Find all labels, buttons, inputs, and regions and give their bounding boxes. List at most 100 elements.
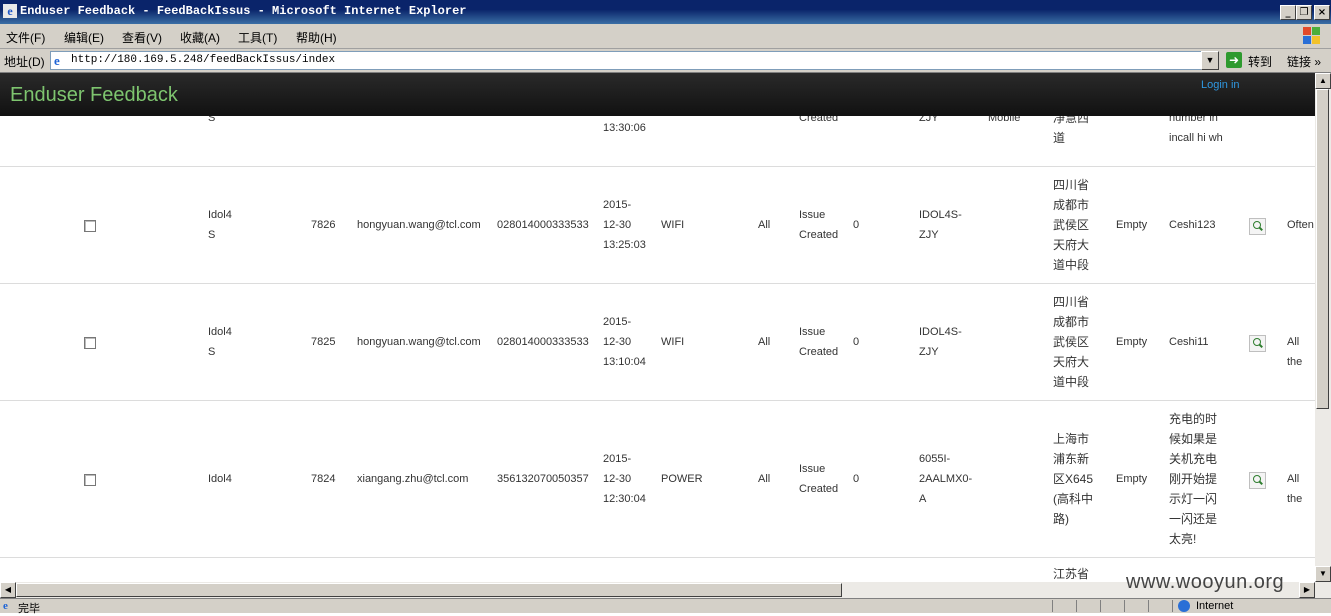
cell-model: Idol4 S [208,209,232,241]
go-arrow-icon[interactable]: ➜ [1226,52,1242,68]
cell-status: Issue Created [799,463,839,495]
cell-scope: All [758,473,771,485]
cell-id: 7825 [311,336,336,348]
site-brand[interactable]: Enduser Feedback [10,84,178,107]
cell-frequency: Often [1287,219,1314,231]
cell-email: xiangang.zhu@tcl.com [357,473,469,485]
menu-bar: 文件(F) 编辑(E) 查看(V) 收藏(A) 工具(T) 帮助(H) [0,24,1331,49]
cell-empty: Empty [1116,473,1148,485]
view-detail-search-icon[interactable] [1249,218,1266,235]
cell-category: POWER [661,473,703,485]
cell-scope: All [758,336,771,348]
cell-count: 0 [853,219,860,231]
cell-email: hongyuan.wang@tcl.com [357,336,481,348]
cell-imei: 356132070050357 [497,473,589,485]
menu-favorites[interactable]: 收藏(A) [180,29,220,46]
row-checkbox[interactable] [84,220,96,232]
windows-logo-icon [1303,27,1321,45]
cell-category: WIFI [661,219,685,231]
scroll-up-icon[interactable]: ▲ [1315,73,1331,89]
cell-count: 0 [853,473,860,485]
scroll-down-icon[interactable]: ▼ [1315,566,1331,582]
cell-version: 6055I- 2AALMX0- A [919,453,973,505]
cell-id: 7826 [311,219,336,231]
cell-model: Idol4 S [208,326,232,358]
cell-status: Issue Created [799,326,839,358]
menu-file[interactable]: 文件(F) [6,29,45,46]
scroll-right-icon[interactable]: ▶ [1299,582,1315,598]
page-icon: e [54,53,60,68]
cell-time: 13:30:06 [603,122,646,134]
window-title: Enduser Feedback - FeedBackIssus - Micro… [20,4,467,18]
cell-description: number in incall hi wh [1169,116,1223,144]
vertical-scroll-thumb[interactable] [1316,89,1329,409]
address-dropdown-button[interactable]: ▼ [1201,51,1219,70]
internet-globe-icon [1178,600,1190,612]
cell-location: 净慧西道 [1053,116,1090,145]
cell-location: 四川省 成都市 武侯区 天府大 道中段 [1053,178,1090,272]
table-row: Idol4 S 7826 hongyuan.wang@tcl.com 028014… [0,167,1315,283]
cell-version: ZJY [919,116,939,124]
horizontal-scroll-thumb[interactable] [16,583,842,597]
menu-edit[interactable]: 编辑(E) [64,29,104,46]
cell-location: 江苏省 [1053,567,1090,581]
window-title-bar[interactable]: e Enduser Feedback - FeedBackIssus - Mic… [0,0,1331,24]
minimize-button[interactable]: _ [1280,5,1296,20]
cell-time: 2015- 12-30 12:30:04 [603,453,646,505]
status-text: 完毕 [18,603,40,615]
cell-time: 2015- 12-30 13:25:03 [603,199,646,251]
table-row: Idol4 S 7825 hongyuan.wang@tcl.com 028014… [0,284,1315,400]
site-navbar: Enduser Feedback Login in [0,73,1315,116]
watermark: www.wooyun.org [1126,571,1285,593]
cell-imei: 028014000333533 [497,336,589,348]
row-checkbox[interactable] [84,337,96,349]
cell-version: IDOL4S- ZJY [919,209,962,241]
cell-description: Ceshi11 [1169,336,1209,348]
cell-location: 四川省 成都市 武侯区 天府大 道中段 [1053,295,1090,389]
links-button[interactable]: 链接 » [1287,53,1321,70]
status-divider [1052,600,1053,612]
page-done-icon: e [3,600,8,612]
status-divider [1148,600,1149,612]
address-url[interactable]: http://180.169.5.248/feedBackIssus/index [71,54,335,66]
cell-empty: Empty [1116,336,1148,348]
view-detail-search-icon[interactable] [1249,472,1266,489]
cell-status: Created [799,116,839,124]
restore-button[interactable]: ❐ [1296,5,1312,20]
address-label: 地址(D) [4,55,45,69]
cell-email: hongyuan.wang@tcl.com [357,219,481,231]
cell-model: Idol4 [208,473,232,485]
cell-count: 0 [853,336,860,348]
view-detail-search-icon[interactable] [1249,335,1266,352]
cell-location: 上海市 浦东新 区X645 (高科中 路) [1053,432,1094,526]
links-label: 链接 [1287,55,1312,69]
status-divider [1076,600,1077,612]
security-zone: Internet [1196,600,1234,612]
cell-version: IDOL4S- ZJY [919,326,962,358]
menu-help[interactable]: 帮助(H) [296,29,337,46]
status-bar: e 完毕 Internet [0,598,1331,615]
cell-model: S [208,116,216,124]
cell-description: 充电的时 候如果是 关机充电 刚开始提 示灯一闪 一闪还是 太亮! [1169,412,1218,546]
cell-type: Mobile [988,116,1021,124]
status-divider [1172,600,1173,612]
cell-frequency: All the [1287,473,1303,505]
go-button[interactable]: 转到 [1248,53,1272,70]
close-button[interactable]: × [1314,5,1330,20]
cell-time: 2015- 12-30 13:10:04 [603,316,646,368]
table-row: Idol4 7824 xiangang.zhu@tcl.com 35613207… [0,401,1315,557]
vertical-scrollbar[interactable]: ▲ ▼ [1315,73,1331,582]
cell-imei: 028014000333533 [497,219,589,231]
login-link[interactable]: Login in [1201,79,1240,91]
cell-empty: Empty [1116,219,1148,231]
scroll-left-icon[interactable]: ◀ [0,582,16,598]
row-divider [0,557,1315,558]
cell-id: 7824 [311,473,336,485]
address-input[interactable]: e http://180.169.5.248/feedBackIssus/ind… [50,51,1202,70]
cell-status: Issue Created [799,209,839,241]
row-checkbox[interactable] [84,474,96,486]
menu-tools[interactable]: 工具(T) [238,29,277,46]
menu-view[interactable]: 查看(V) [122,29,162,46]
cell-description: Ceshi123 [1169,219,1216,231]
cell-scope: All [758,219,771,231]
